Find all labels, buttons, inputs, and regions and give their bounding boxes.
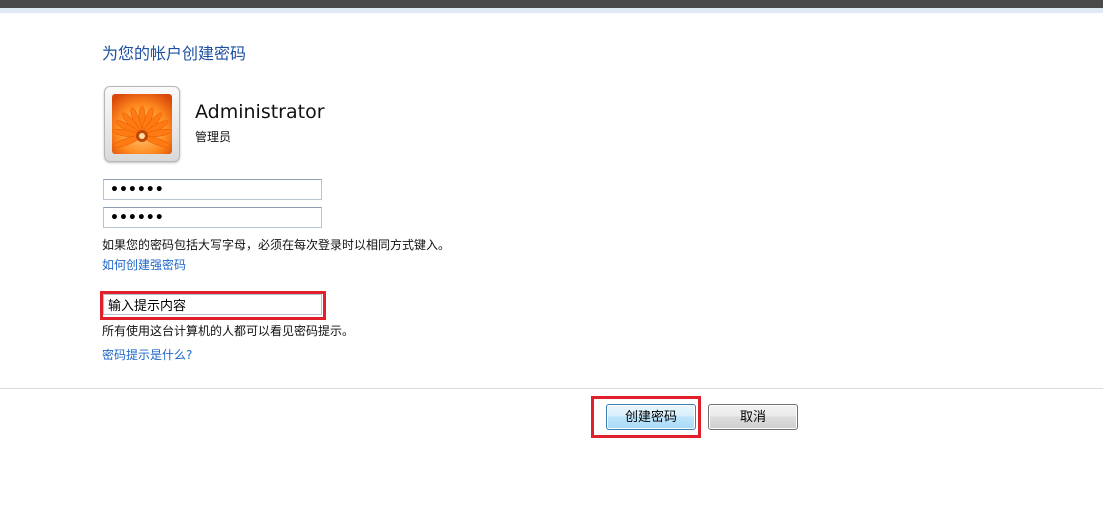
hint-highlight-box (100, 291, 326, 320)
caps-lock-note: 如果您的密码包括大写字母，必须在每次登录时以相同方式键入。 (102, 238, 451, 252)
cancel-button[interactable]: 取消 (708, 404, 798, 430)
new-password-input[interactable]: •••••• (103, 179, 322, 200)
strong-password-link[interactable]: 如何创建强密码 (102, 256, 186, 273)
window-top-separator (0, 8, 1103, 13)
window-top-bar (0, 0, 1103, 8)
footer-divider (0, 388, 1103, 389)
page-title: 为您的帐户创建密码 (102, 44, 247, 63)
account-role: 管理员 (195, 130, 232, 144)
hint-visibility-note: 所有使用这台计算机的人都可以看见密码提示。 (102, 324, 355, 338)
what-is-hint-link[interactable]: 密码提示是什么? (102, 346, 192, 363)
orange-flower-icon (112, 94, 172, 154)
confirm-password-input[interactable]: •••••• (103, 207, 322, 228)
create-password-button[interactable]: 创建密码 (606, 404, 696, 430)
avatar (104, 86, 180, 162)
account-name: Administrator (195, 101, 325, 123)
